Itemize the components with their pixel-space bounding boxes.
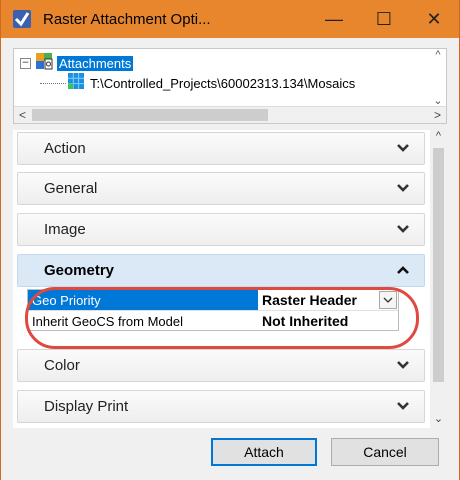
section-label: Display Print — [44, 398, 129, 415]
section-label: Geometry — [44, 262, 115, 279]
section-action[interactable]: Action — [17, 132, 425, 165]
property-row-geo-priority[interactable]: Geo Priority Raster Header — [28, 290, 398, 310]
geometry-section-body: Geo Priority Raster Header Inherit GeoCS… — [17, 287, 425, 341]
scroll-thumb[interactable] — [32, 109, 268, 121]
tree-item-attachments[interactable]: Attachments — [57, 55, 134, 71]
minimize-button[interactable]: — — [309, 0, 359, 38]
scroll-up-icon[interactable]: ^ — [435, 49, 440, 61]
tree-connector — [40, 82, 66, 84]
geometry-property-grid: Geo Priority Raster Header Inherit GeoCS… — [27, 289, 399, 331]
chevron-up-icon — [397, 266, 409, 274]
section-label: Color — [44, 357, 80, 374]
attachments-icon — [35, 52, 53, 75]
tree-root-row[interactable]: − Attachments — [20, 52, 134, 75]
tree-child-row[interactable]: T:\Controlled_Projects\60002313.134\Mosa… — [40, 72, 355, 94]
section-label: Action — [44, 140, 86, 157]
properties-panel: Action General Image Geometry Geo Priori… — [13, 130, 447, 428]
property-value[interactable]: Raster Header — [258, 292, 379, 308]
collapse-toggle[interactable]: − — [20, 57, 31, 69]
chevron-down-icon — [397, 402, 409, 410]
attach-button[interactable]: Attach — [211, 438, 317, 466]
section-color[interactable]: Color — [17, 349, 425, 382]
attachments-tree[interactable]: − Attachments T:\Controlled_Projects\600… — [13, 48, 447, 124]
scroll-up-icon[interactable]: ^ — [430, 130, 447, 146]
chevron-down-icon — [397, 184, 409, 192]
property-name[interactable]: Geo Priority — [28, 290, 258, 310]
chevron-down-icon — [397, 361, 409, 369]
section-image[interactable]: Image — [17, 213, 425, 246]
property-row-inherit-geocs[interactable]: Inherit GeoCS from Model Not Inherited — [28, 310, 398, 331]
window-title: Raster Attachment Opti... — [43, 10, 211, 28]
section-display-print[interactable]: Display Print — [17, 390, 425, 423]
tree-horizontal-scrollbar[interactable]: < > — [14, 106, 446, 123]
section-label: General — [44, 180, 98, 197]
scroll-right-icon[interactable]: > — [429, 107, 446, 123]
chevron-down-icon — [397, 225, 409, 233]
cancel-button[interactable]: Cancel — [331, 438, 439, 466]
raster-attachment-options-dialog: Raster Attachment Opti... — ☐ ✕ − Attach… — [0, 0, 460, 480]
raster-grid-icon — [68, 72, 84, 94]
tree-vertical-scrollbar[interactable]: ^ ⌄ — [430, 49, 446, 107]
scroll-thumb[interactable] — [433, 148, 444, 382]
maximize-button[interactable]: ☐ — [359, 0, 409, 38]
section-label: Image — [44, 221, 86, 238]
tree-item-raster-path[interactable]: T:\Controlled_Projects\60002313.134\Mosa… — [90, 76, 355, 91]
section-general[interactable]: General — [17, 172, 425, 205]
property-value[interactable]: Not Inherited — [258, 313, 398, 329]
close-button[interactable]: ✕ — [409, 0, 459, 38]
scroll-down-icon[interactable]: ⌄ — [430, 412, 447, 428]
title-bar[interactable]: Raster Attachment Opti... — ☐ ✕ — [1, 0, 459, 38]
section-geometry[interactable]: Geometry — [17, 254, 425, 287]
chevron-down-icon — [383, 297, 393, 303]
chevron-down-icon — [397, 144, 409, 152]
app-icon — [11, 8, 33, 30]
panel-vertical-scrollbar[interactable]: ^ ⌄ — [430, 130, 447, 428]
scroll-left-icon[interactable]: < — [14, 107, 31, 123]
dropdown-button[interactable] — [379, 291, 397, 309]
property-name[interactable]: Inherit GeoCS from Model — [28, 311, 258, 331]
